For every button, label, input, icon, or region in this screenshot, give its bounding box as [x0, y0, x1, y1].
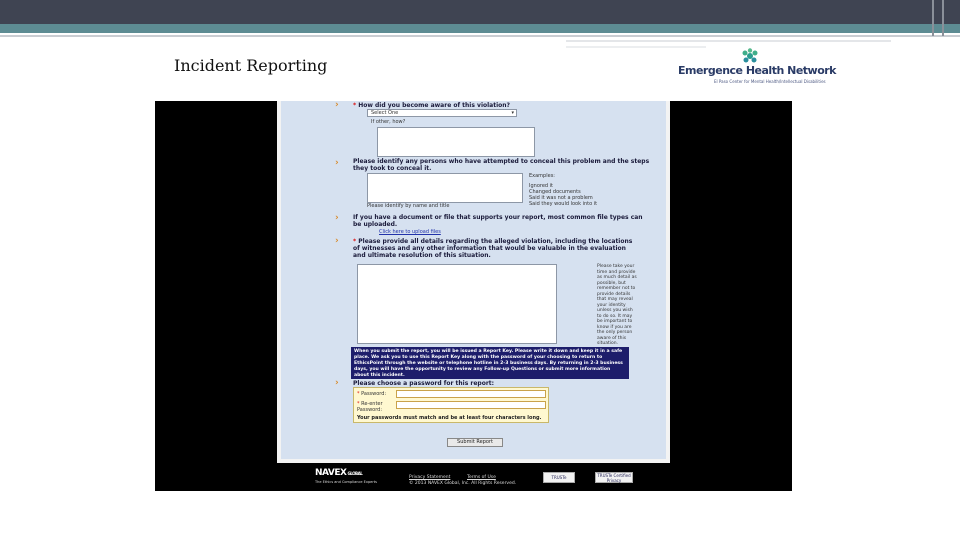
details-textarea[interactable] [357, 264, 557, 344]
privacy-statement-link[interactable]: Privacy Statement [409, 475, 450, 480]
decorative-line [566, 40, 891, 42]
question-aware: * How did you become aware of this viola… [353, 102, 511, 109]
upload-files-link[interactable]: Click here to upload files [379, 229, 441, 235]
arrow-icon: › [335, 213, 339, 223]
submit-report-button[interactable]: Submit Report [447, 438, 503, 447]
examples-title: Examples: [529, 173, 555, 179]
slide-top-bar [0, 0, 960, 24]
slide-divider [0, 35, 960, 37]
copyright: © 2013 NAVEX Global, Inc. All Rights Res… [409, 481, 517, 486]
if-other-textarea[interactable] [377, 127, 535, 157]
decorative-line [942, 0, 944, 36]
logo-subtitle: El Paso Center for Mental Health/Intelle… [714, 79, 826, 84]
password-rule: Your passwords must match and be at leas… [357, 415, 542, 421]
decorative-line [932, 0, 934, 36]
logo-name: Emergence Health Network [678, 64, 837, 77]
arrow-icon: › [335, 100, 339, 110]
example-item: Said they would look into it [529, 201, 598, 207]
truste-badge[interactable]: TRUSTe [543, 472, 575, 483]
reenter-password-label: * Re-enter Password: [357, 401, 383, 413]
navex-logo: NAVEXGLOBAL [315, 468, 363, 478]
password-panel: * Password: * Re-enter Password: Your pa… [353, 387, 549, 423]
slide-title: Incident Reporting [174, 56, 328, 75]
password-input[interactable] [396, 390, 546, 398]
terms-of-use-link[interactable]: Terms of Use [467, 475, 496, 480]
organization-logo: Emergence Health Network El Paso Center … [678, 48, 837, 88]
conceal-textarea[interactable] [367, 173, 523, 203]
form-screenshot: › * How did you become aware of this vio… [155, 100, 792, 491]
slide-accent-bar [0, 24, 960, 33]
reenter-password-input[interactable] [396, 401, 546, 409]
password-label: * Password: [357, 391, 387, 397]
if-other-label: If other, how? [371, 119, 406, 125]
question-upload: If you have a document or file that supp… [353, 214, 643, 228]
incident-form: › * How did you become aware of this vio… [277, 100, 670, 463]
question-details: * Please provide all details regarding t… [353, 238, 633, 259]
chevron-down-icon: ▾ [511, 110, 514, 116]
details-hint: Please take your time and provide as muc… [597, 264, 637, 346]
aware-select[interactable]: Select One ▾ [367, 109, 517, 117]
question-password: Please choose a password for this report… [353, 380, 495, 387]
arrow-icon: › [335, 236, 339, 246]
report-key-notice: When you submit the report, you will be … [351, 347, 629, 379]
logo-flower-icon [742, 48, 758, 63]
arrow-icon: › [335, 378, 339, 388]
conceal-hint: Please identify by name and title [367, 203, 450, 209]
truste-privacy-badge[interactable]: TRUSTe Certified Privacy [595, 472, 633, 483]
navex-tagline: The Ethics and Compliance Experts [315, 480, 377, 484]
form-footer: NAVEXGLOBAL The Ethics and Compliance Ex… [277, 463, 670, 491]
arrow-icon: › [335, 158, 339, 168]
question-conceal: Please identify any persons who have att… [353, 158, 650, 172]
